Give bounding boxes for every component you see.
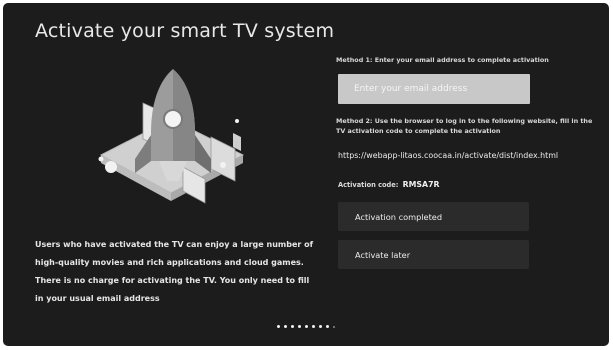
pagination-dot[interactable]: [319, 325, 322, 328]
pagination-dot[interactable]: [291, 325, 294, 328]
rocket-launch-illustration-icon: [98, 69, 245, 204]
activation-url: https://webapp-litaos.coocaa.in/activate…: [338, 151, 559, 160]
activate-later-button[interactable]: Activate later: [338, 240, 529, 269]
activation-description: Users who have activated the TV can enjo…: [35, 240, 314, 303]
activation-code-label: Activation code:: [338, 181, 399, 189]
pagination-dot[interactable]: [305, 325, 308, 328]
email-input[interactable]: [338, 74, 530, 104]
activation-code-row: Activation code: RMSA7R: [338, 180, 440, 189]
pagination-dot[interactable]: [277, 325, 280, 328]
activation-screen: Activate your smart TV system Users who …: [3, 3, 609, 346]
page-title: Activate your smart TV system: [35, 20, 335, 42]
pagination-dot[interactable]: [284, 325, 287, 328]
pagination-dot[interactable]: [298, 325, 301, 328]
pagination-dot[interactable]: [333, 325, 335, 328]
pagination-dots: [277, 325, 335, 328]
activation-code-value: RMSA7R: [402, 180, 440, 189]
pagination-dot[interactable]: [326, 325, 329, 328]
method1-label: Method 1: Enter your email address to co…: [336, 56, 549, 64]
method2-label: Method 2: Use the browser to log in to t…: [336, 117, 593, 135]
pagination-dot[interactable]: [312, 325, 315, 328]
activation-completed-button[interactable]: Activation completed: [338, 202, 529, 231]
